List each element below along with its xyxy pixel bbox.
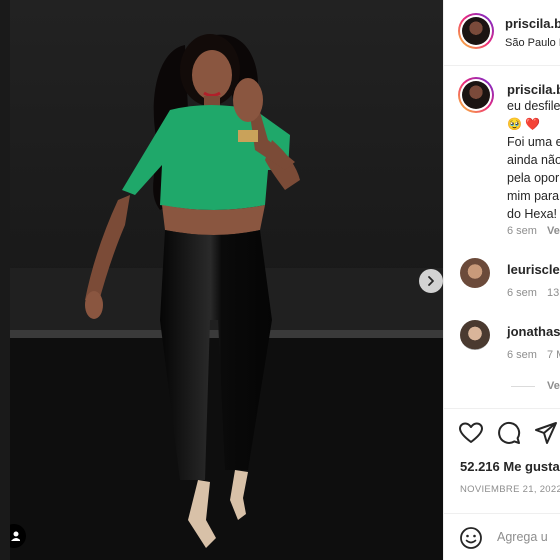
comment-username-1[interactable]: leuriscleia	[507, 262, 560, 277]
author-avatar[interactable]	[458, 13, 494, 49]
left-gutter	[0, 0, 10, 560]
comment-username-2[interactable]: jonathasg	[507, 324, 560, 339]
caption-line-5: mim para	[507, 189, 560, 203]
pleading-face-emoji: 🥹	[507, 117, 522, 131]
runway-model-image	[10, 0, 443, 560]
replies-divider	[511, 386, 535, 387]
post-date[interactable]: NOVIEMBRE 21, 2022	[460, 484, 560, 495]
post-actions	[444, 408, 560, 456]
view-replies-link[interactable]: Ve	[547, 380, 560, 392]
user-icon	[11, 531, 20, 541]
comment-avatar-2[interactable]	[460, 320, 490, 350]
caption-line-3: ainda não	[507, 153, 560, 167]
chevron-right-icon	[428, 276, 434, 286]
post-photo[interactable]	[10, 0, 443, 560]
likes-count[interactable]: 52.216 Me gusta	[460, 459, 560, 474]
caption-see-translation[interactable]: Ve	[547, 225, 560, 237]
post-location[interactable]: São Paulo F	[505, 37, 560, 49]
caption-line-6: do Hexa!	[507, 207, 558, 221]
post-side-panel: priscila.bo São Paulo F priscila.bo eu d…	[443, 0, 560, 560]
add-comment-input[interactable]: Agrega u	[497, 530, 548, 544]
add-comment-bar: Agrega u	[444, 513, 560, 560]
comment-time-2[interactable]: 6 sem	[507, 349, 537, 361]
caption-emojis: 🥹 ❤️	[507, 115, 540, 133]
heart-icon[interactable]	[459, 422, 483, 444]
caption-line-2: Foi uma e	[507, 135, 560, 149]
comment-avatar-1[interactable]	[460, 258, 490, 288]
caption-username[interactable]: priscila.bo	[507, 82, 560, 97]
caption-line-1: eu desfile	[507, 99, 560, 113]
comment-likes-1[interactable]: 13	[547, 287, 559, 299]
caption-avatar[interactable]	[458, 77, 494, 113]
comment-likes-2[interactable]: 7 M	[547, 349, 560, 361]
comment-time-1[interactable]: 6 sem	[507, 287, 537, 299]
heart-emoji: ❤️	[525, 117, 541, 131]
send-icon[interactable]	[534, 421, 558, 445]
caption-line-4: pela opor	[507, 171, 560, 185]
next-photo-button[interactable]	[419, 269, 443, 293]
smiley-icon[interactable]	[459, 526, 483, 550]
caption-time[interactable]: 6 sem	[507, 225, 537, 237]
post-header: priscila.bo São Paulo F	[444, 0, 560, 66]
author-username[interactable]: priscila.bo	[505, 16, 560, 31]
comment-icon[interactable]	[497, 421, 521, 445]
